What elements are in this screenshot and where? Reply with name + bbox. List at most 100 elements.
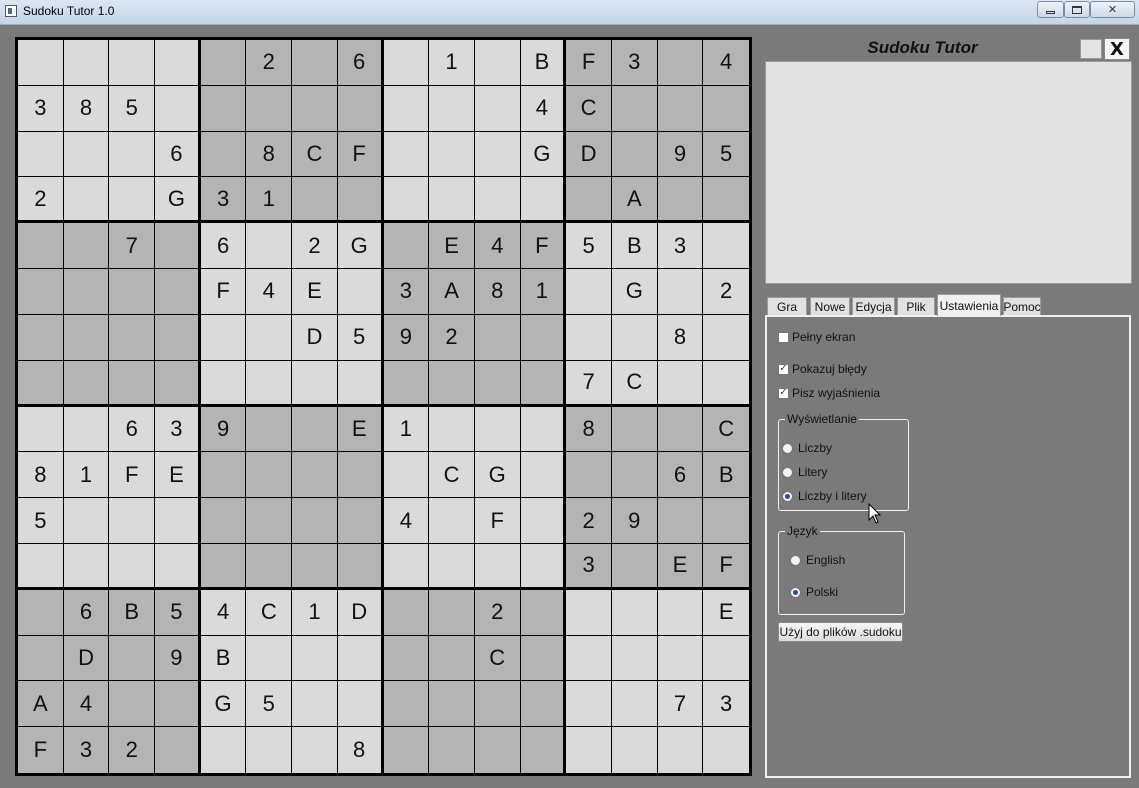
sudoku-cell[interactable] — [337, 543, 384, 590]
sudoku-cell[interactable] — [429, 498, 475, 544]
sudoku-cell[interactable] — [337, 635, 384, 682]
sudoku-cell[interactable] — [566, 681, 612, 728]
sudoku-cell[interactable] — [18, 269, 64, 315]
sudoku-cell[interactable] — [474, 177, 521, 224]
sudoku-cell[interactable]: G — [337, 223, 384, 270]
sudoku-cell[interactable]: 5 — [155, 589, 201, 636]
tab-gra[interactable]: Gra — [767, 297, 807, 316]
sudoku-cell[interactable]: 9 — [200, 406, 247, 453]
sudoku-cell[interactable]: 9 — [611, 498, 658, 544]
sudoku-cell[interactable]: G — [200, 681, 247, 728]
tab-pomoc[interactable]: Pomoc — [1003, 297, 1041, 316]
sudoku-cell[interactable] — [520, 360, 567, 407]
sudoku-cell[interactable]: 4 — [63, 681, 110, 728]
sudoku-cell[interactable]: 3 — [566, 543, 612, 590]
sudoku-cell[interactable] — [292, 452, 338, 499]
sudoku-cell[interactable] — [337, 269, 384, 315]
sudoku-cell[interactable]: 5 — [18, 498, 64, 544]
sudoku-cell[interactable] — [246, 406, 293, 453]
sudoku-cell[interactable]: B — [200, 635, 247, 682]
sudoku-cell[interactable] — [703, 635, 749, 682]
sudoku-cell[interactable] — [429, 131, 475, 178]
sudoku-cell[interactable] — [520, 635, 567, 682]
sudoku-cell[interactable] — [155, 498, 201, 544]
sudoku-cell[interactable] — [566, 635, 612, 682]
sudoku-cell[interactable]: 5 — [566, 223, 612, 270]
sudoku-cell[interactable] — [657, 406, 704, 453]
sudoku-cell[interactable]: 5 — [109, 85, 156, 132]
sudoku-cell[interactable]: 3 — [155, 406, 201, 453]
sudoku-cell[interactable]: 2 — [292, 223, 338, 270]
sudoku-cell[interactable]: F — [200, 269, 247, 315]
sudoku-cell[interactable] — [383, 681, 430, 728]
sudoku-cell[interactable] — [63, 223, 110, 270]
sudoku-cell[interactable]: F — [109, 452, 156, 499]
sudoku-cell[interactable] — [474, 85, 521, 132]
sudoku-cell[interactable] — [246, 727, 293, 773]
sudoku-cell[interactable] — [474, 406, 521, 453]
panel-minimize-button[interactable] — [1080, 39, 1102, 59]
sudoku-cell[interactable]: 6 — [657, 452, 704, 499]
sudoku-cell[interactable]: 3 — [657, 223, 704, 270]
sudoku-cell[interactable]: E — [703, 589, 749, 636]
sudoku-cell[interactable] — [63, 498, 110, 544]
sudoku-cell[interactable] — [18, 314, 64, 361]
sudoku-cell[interactable] — [566, 314, 612, 361]
sudoku-cell[interactable]: 6 — [109, 406, 156, 453]
sudoku-cell[interactable] — [200, 543, 247, 590]
sudoku-cell[interactable] — [246, 314, 293, 361]
sudoku-cell[interactable] — [63, 131, 110, 178]
sudoku-cell[interactable] — [109, 177, 156, 224]
sudoku-cell[interactable] — [383, 131, 430, 178]
sudoku-cell[interactable] — [200, 131, 247, 178]
sudoku-cell[interactable] — [657, 498, 704, 544]
sudoku-cell[interactable]: 6 — [200, 223, 247, 270]
sudoku-cell[interactable] — [63, 269, 110, 315]
sudoku-cell[interactable]: 3 — [18, 85, 64, 132]
sudoku-cell[interactable] — [337, 452, 384, 499]
sudoku-cell[interactable]: 4 — [703, 40, 749, 86]
sudoku-cell[interactable] — [657, 269, 704, 315]
sudoku-cell[interactable]: C — [429, 452, 475, 499]
sudoku-cell[interactable]: D — [337, 589, 384, 636]
sudoku-cell[interactable] — [657, 85, 704, 132]
sudoku-cell[interactable] — [429, 681, 475, 728]
sudoku-cell[interactable]: F — [566, 40, 612, 86]
sudoku-cell[interactable] — [109, 314, 156, 361]
sudoku-cell[interactable] — [246, 498, 293, 544]
sudoku-cell[interactable] — [337, 360, 384, 407]
sudoku-cell[interactable]: F — [474, 498, 521, 544]
sudoku-cell[interactable] — [474, 314, 521, 361]
sudoku-cell[interactable] — [292, 85, 338, 132]
sudoku-cell[interactable]: 4 — [383, 498, 430, 544]
sudoku-cell[interactable] — [429, 543, 475, 590]
sudoku-cell[interactable]: 2 — [18, 177, 64, 224]
sudoku-cell[interactable] — [246, 223, 293, 270]
sudoku-cell[interactable]: A — [18, 681, 64, 728]
sudoku-cell[interactable] — [337, 498, 384, 544]
sudoku-cell[interactable] — [429, 635, 475, 682]
sudoku-cell[interactable] — [292, 635, 338, 682]
sudoku-cell[interactable] — [566, 452, 612, 499]
sudoku-cell[interactable]: C — [703, 406, 749, 453]
use-for-sudoku-files-button[interactable]: Użyj do plików .sudoku — [778, 622, 903, 642]
sudoku-cell[interactable] — [383, 223, 430, 270]
sudoku-cell[interactable] — [383, 85, 430, 132]
panel-close-button[interactable]: X — [1104, 38, 1130, 60]
sudoku-cell[interactable]: 3 — [703, 681, 749, 728]
sudoku-cell[interactable] — [63, 406, 110, 453]
radio-english[interactable]: English — [790, 553, 845, 567]
sudoku-cell[interactable] — [109, 635, 156, 682]
minimize-button[interactable] — [1037, 1, 1064, 18]
sudoku-cell[interactable]: C — [566, 85, 612, 132]
sudoku-cell[interactable]: B — [109, 589, 156, 636]
sudoku-cell[interactable] — [657, 40, 704, 86]
sudoku-cell[interactable]: D — [292, 314, 338, 361]
sudoku-cell[interactable] — [383, 727, 430, 773]
sudoku-cell[interactable]: 2 — [566, 498, 612, 544]
sudoku-cell[interactable] — [155, 85, 201, 132]
sudoku-cell[interactable]: 2 — [109, 727, 156, 773]
sudoku-cell[interactable] — [520, 681, 567, 728]
radio-liczby[interactable]: Liczby — [782, 441, 832, 455]
sudoku-cell[interactable] — [337, 177, 384, 224]
